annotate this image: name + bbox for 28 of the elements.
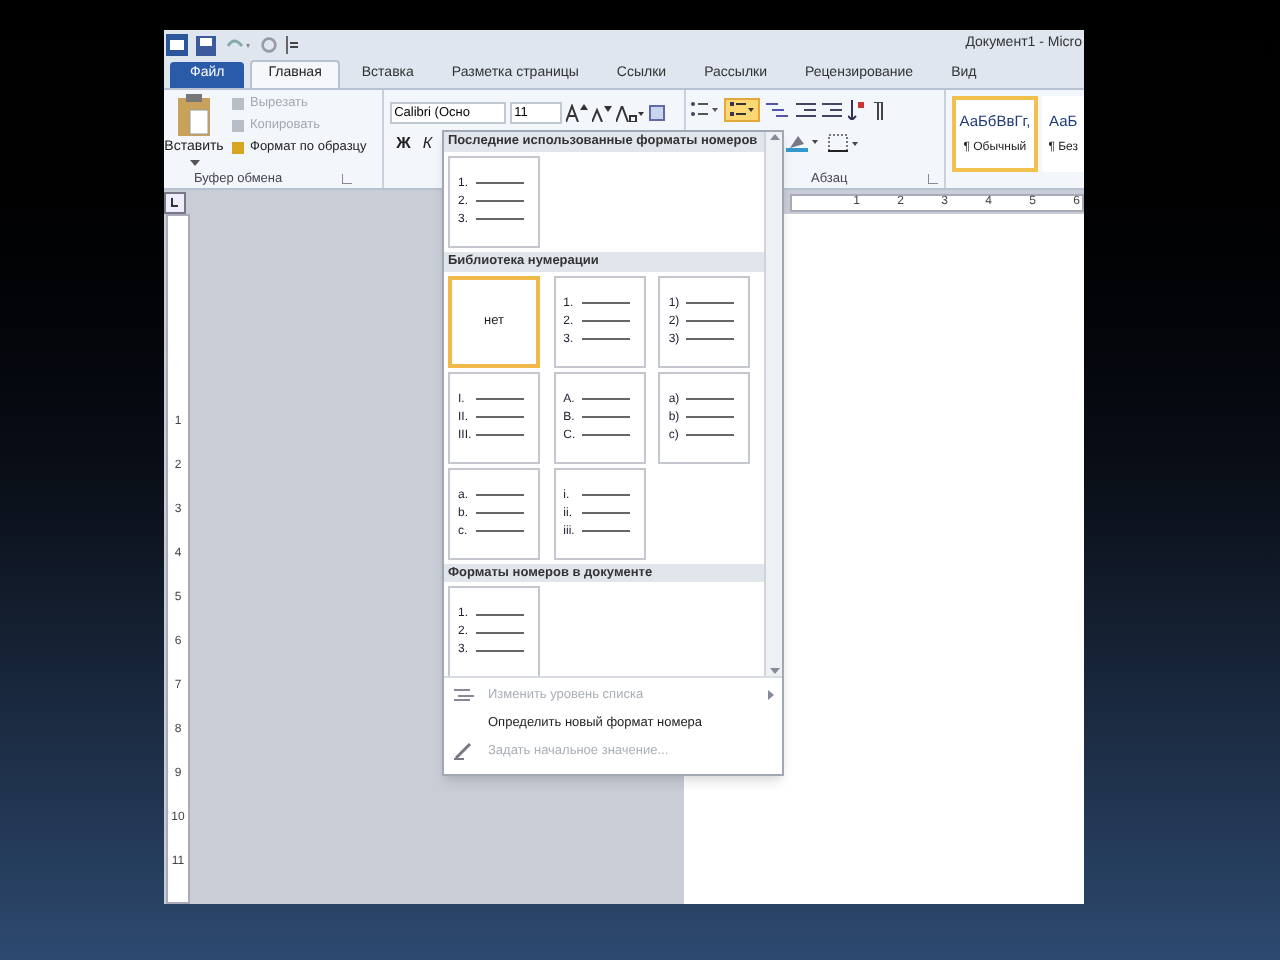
italic-button[interactable]: К xyxy=(422,132,433,156)
decrease-indent-icon[interactable] xyxy=(796,101,817,119)
numbering-icon xyxy=(730,102,755,118)
change-case-icon[interactable] xyxy=(616,105,645,121)
grow-font-icon[interactable] xyxy=(566,104,589,122)
list-level-icon xyxy=(454,688,474,702)
shrink-font-icon[interactable] xyxy=(592,105,613,121)
borders-icon[interactable] xyxy=(828,133,861,151)
caret-icon xyxy=(189,159,199,165)
pencil-icon xyxy=(454,742,474,760)
tab-selector-icon[interactable] xyxy=(164,191,186,213)
word-logo-icon[interactable] xyxy=(166,34,188,56)
dialog-launcher-icon[interactable] xyxy=(342,174,353,184)
numbering-button[interactable] xyxy=(724,98,761,122)
bullets-icon[interactable] xyxy=(690,100,719,120)
increase-indent-icon[interactable] xyxy=(822,101,843,119)
save-icon[interactable] xyxy=(196,35,216,55)
sort-icon[interactable] xyxy=(848,100,867,120)
multilevel-list-icon[interactable] xyxy=(766,101,791,119)
dialog-launcher-icon[interactable] xyxy=(927,174,938,184)
submenu-arrow-icon xyxy=(768,690,774,700)
pilcrow-icon[interactable] xyxy=(872,101,885,119)
scroll-up-icon xyxy=(769,134,779,140)
scroll-down-icon xyxy=(769,668,779,674)
scrollbar[interactable] xyxy=(764,132,782,676)
bold-button[interactable]: Ж xyxy=(396,132,411,156)
shading-icon[interactable] xyxy=(786,132,819,152)
customize-toolbar-icon[interactable] xyxy=(286,36,298,54)
